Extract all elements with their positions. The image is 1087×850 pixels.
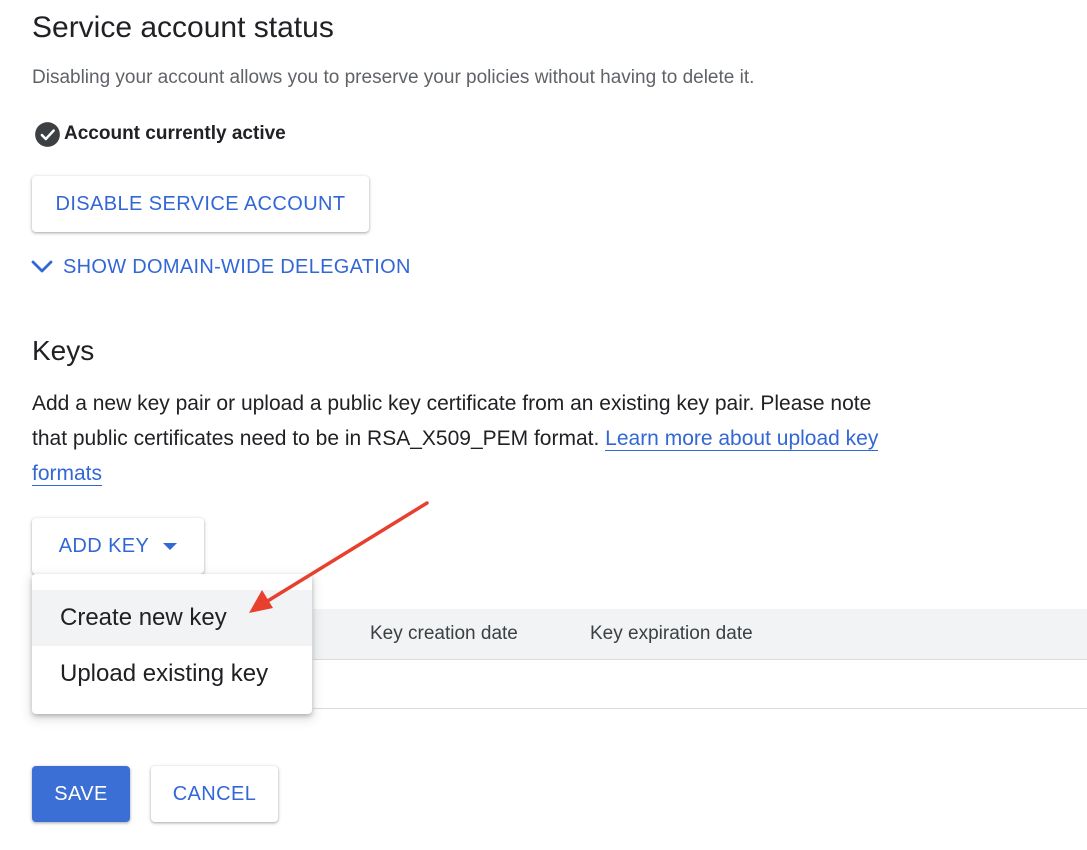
column-header-key-expiration-date: Key expiration date: [590, 623, 753, 644]
service-account-details-page: Service account status Disabling your ac…: [0, 0, 1087, 850]
service-account-status-title: Service account status: [32, 11, 334, 44]
add-key-menu: Create new key Upload existing key: [32, 574, 312, 714]
menu-item-upload-existing-key[interactable]: Upload existing key: [32, 646, 312, 702]
check-circle-icon: [35, 121, 60, 147]
show-domain-wide-delegation-toggle[interactable]: SHOW DOMAIN-WIDE DELEGATION: [30, 252, 411, 282]
status-description: Disabling your account allows you to pre…: [32, 67, 755, 88]
chevron-down-icon: [31, 260, 53, 273]
table-divider: [313, 708, 1087, 709]
delegation-toggle-label: SHOW DOMAIN-WIDE DELEGATION: [63, 255, 411, 278]
menu-item-create-new-key[interactable]: Create new key: [32, 590, 312, 646]
keys-description: Add a new key pair or upload a public ke…: [32, 386, 912, 491]
cancel-button[interactable]: CANCEL: [151, 766, 278, 822]
add-key-label: ADD KEY: [58, 534, 150, 557]
account-status: Account currently active: [34, 119, 286, 149]
account-status-text: Account currently active: [64, 123, 286, 144]
keys-table-header: Key creation date Key expiration date: [313, 609, 1087, 660]
keys-title: Keys: [32, 335, 95, 366]
column-header-key-creation-date: Key creation date: [370, 623, 518, 644]
add-key-button[interactable]: ADD KEY: [32, 518, 204, 574]
dropdown-caret-icon: [163, 542, 178, 550]
disable-service-account-button[interactable]: DISABLE SERVICE ACCOUNT: [32, 176, 369, 232]
save-button[interactable]: SAVE: [32, 766, 130, 822]
